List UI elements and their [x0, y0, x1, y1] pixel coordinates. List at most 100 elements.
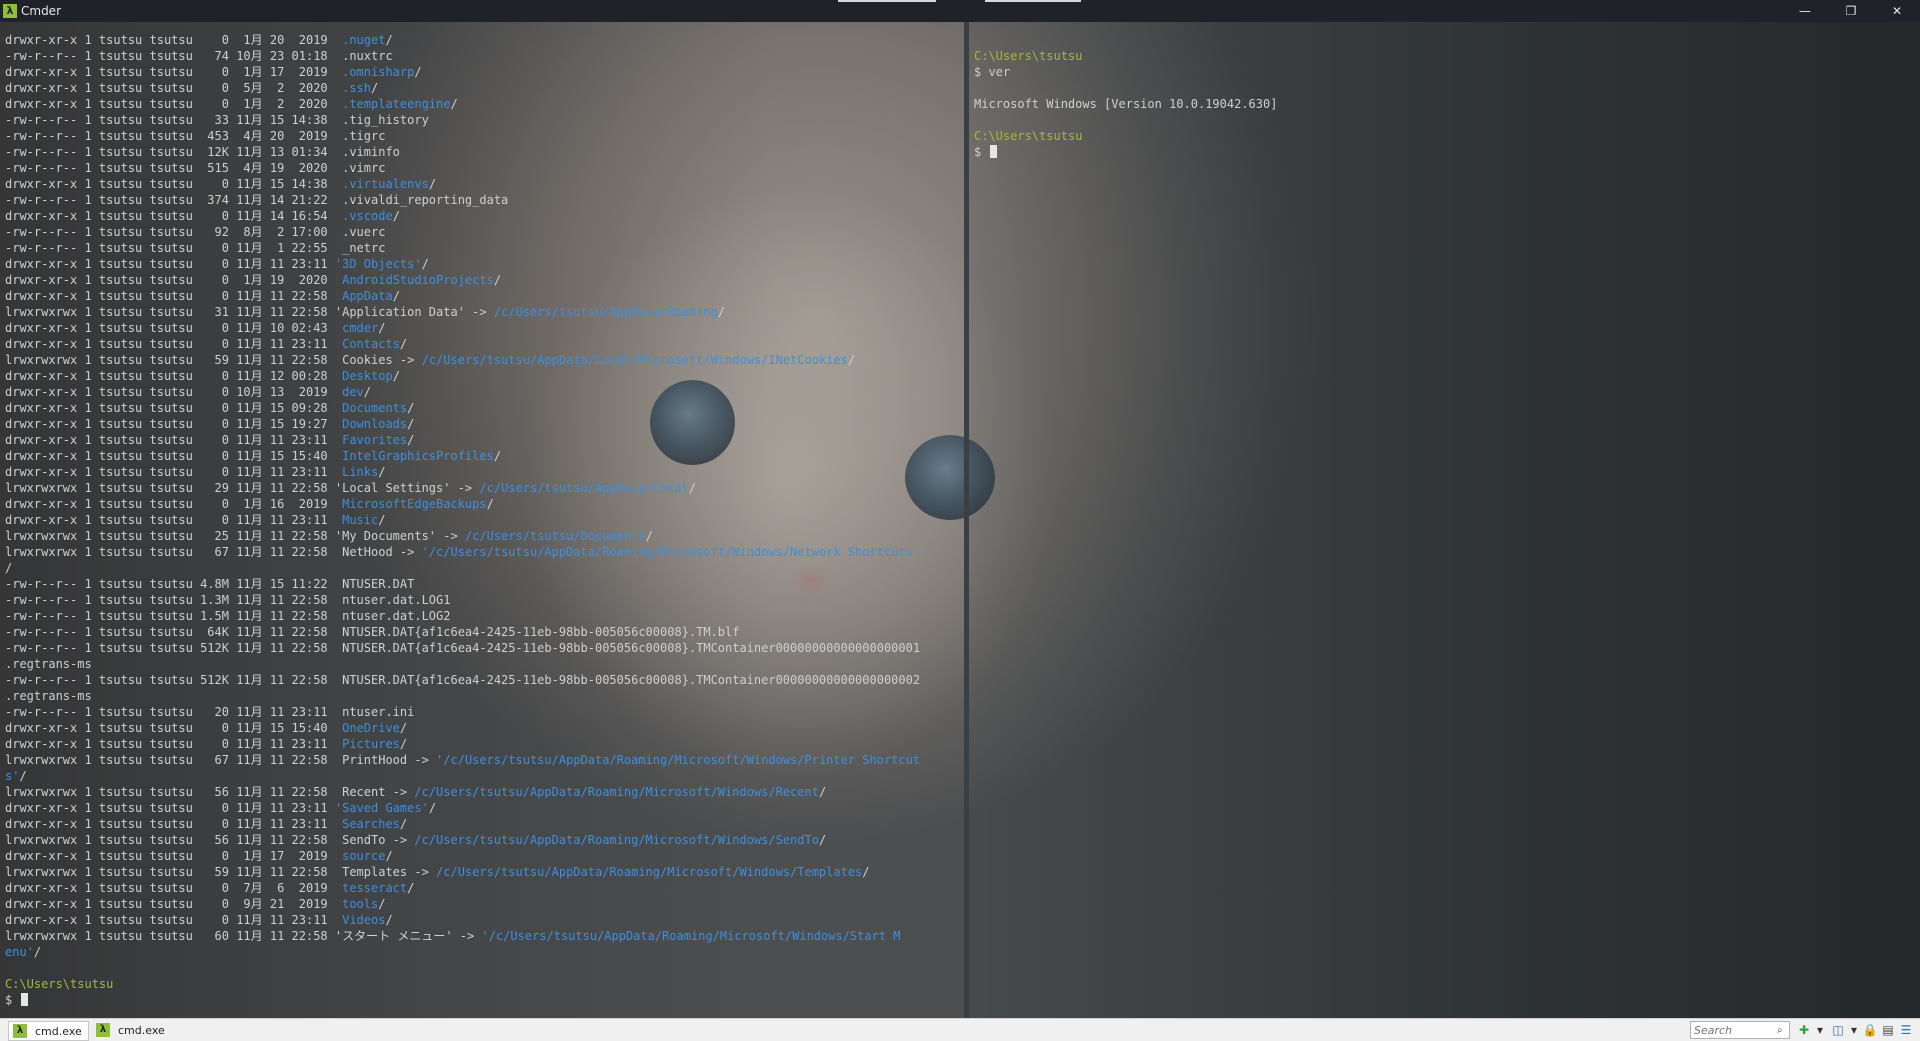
directory-name: MicrosoftEdgeBackups	[342, 497, 487, 511]
console-text: drwxr-xr-x 1 tsutsu tsutsu 0 11月 14 16:5…	[5, 209, 343, 223]
console-pane-left[interactable]: drwxr-xr-x 1 tsutsu tsutsu 0 1月 20 2019 …	[0, 22, 964, 1018]
console-line: drwxr-xr-x 1 tsutsu tsutsu 0 7月 6 2019 t…	[5, 880, 920, 896]
console-text: /	[363, 385, 372, 399]
console-line: drwxr-xr-x 1 tsutsu tsutsu 0 1月 19 2020 …	[5, 272, 920, 288]
directory-name: dev	[342, 385, 364, 399]
console-line: drwxr-xr-x 1 tsutsu tsutsu 0 11月 11 23:1…	[5, 512, 920, 528]
restore-button[interactable]: ❐	[1828, 0, 1874, 22]
directory-name: Documents	[342, 401, 408, 415]
cmder-window: λ Cmder — ❐ ✕ drwxr-xr-x 1 tsutsu tsutsu…	[0, 0, 1920, 1041]
directory-name: '3D Objects'	[334, 257, 422, 271]
console-text: /	[407, 401, 415, 415]
lambda-app-icon: λ	[3, 4, 17, 18]
console-text: drwxr-xr-x 1 tsutsu tsutsu 0 11月 15 19:2…	[5, 417, 343, 431]
console-line: -rw-r--r-- 1 tsutsu tsutsu 64K 11月 11 22…	[5, 624, 920, 640]
search-icon[interactable]: ⌕	[1777, 1025, 1783, 1036]
title-bar[interactable]: λ Cmder — ❐ ✕	[0, 0, 1920, 22]
symlink-target: /c/Users/tsutsu/AppData/Roaming/Microsof…	[414, 785, 819, 799]
directory-name: Downloads	[342, 417, 408, 431]
console-text: -rw-r--r-- 1 tsutsu tsutsu 1.3M 11月 11 2…	[5, 593, 451, 607]
console-line: drwxr-xr-x 1 tsutsu tsutsu 0 1月 2 2020 .…	[5, 96, 920, 112]
console-text: /	[421, 257, 429, 271]
console-line: drwxr-xr-x 1 tsutsu tsutsu 0 11月 14 16:5…	[5, 208, 920, 224]
console-line: drwxr-xr-x 1 tsutsu tsutsu 0 11月 11 23:1…	[5, 432, 920, 448]
console-line: s'/	[5, 768, 920, 784]
directory-name: Music	[342, 513, 379, 527]
minimize-button[interactable]: —	[1782, 0, 1828, 22]
console-line: $	[5, 992, 920, 1008]
console-text: -rw-r--r-- 1 tsutsu tsutsu 4.8M 11月 15 1…	[5, 577, 415, 591]
console-line: C:\Users\tsutsu	[5, 976, 920, 992]
console-text: drwxr-xr-x 1 tsutsu tsutsu 0 7月 6 2019	[5, 881, 343, 895]
console-line: .regtrans-ms	[5, 688, 920, 704]
console-text: -rw-r--r-- 1 tsutsu tsutsu 512K 11月 11 2…	[5, 641, 921, 655]
close-button[interactable]: ✕	[1874, 0, 1920, 22]
console-line: -rw-r--r-- 1 tsutsu tsutsu 12K 11月 13 01…	[5, 144, 920, 160]
console-text: lrwxrwxrwx 1 tsutsu tsutsu 67 11月 11 22:…	[5, 545, 422, 559]
console-line: lrwxrwxrwx 1 tsutsu tsutsu 56 11月 11 22:…	[5, 832, 920, 848]
search-input[interactable]	[1691, 1023, 1777, 1037]
symlink-target: enu'	[5, 945, 34, 959]
directory-name: .omnisharp	[342, 65, 415, 79]
console-text: -rw-r--r-- 1 tsutsu tsutsu 512K 11月 11 2…	[5, 673, 921, 687]
console-line: -rw-r--r-- 1 tsutsu tsutsu 4.8M 11月 15 1…	[5, 576, 920, 592]
lock-icon[interactable]: 🔒	[1862, 1022, 1878, 1038]
symlink-target: '/c/Users/tsutsu/AppData/Roaming/Microso…	[481, 929, 901, 943]
symlink-target: '/c/Users/tsutsu/AppData/Roaming/Microso…	[421, 545, 921, 559]
console-text: /	[645, 529, 653, 543]
console-text: drwxr-xr-x 1 tsutsu tsutsu 0 1月 2 2020	[5, 97, 343, 111]
split-view-icon[interactable]: ◫	[1830, 1022, 1846, 1038]
directory-name: tools	[342, 897, 379, 911]
console-text: drwxr-xr-x 1 tsutsu tsutsu 0 1月 20 2019	[5, 33, 343, 47]
console-text: drwxr-xr-x 1 tsutsu tsutsu 0 11月 15 15:4…	[5, 721, 343, 735]
console-line: lrwxrwxrwx 1 tsutsu tsutsu 67 11月 11 22:…	[5, 544, 920, 560]
console-text: /	[450, 97, 458, 111]
console-text: lrwxrwxrwx 1 tsutsu tsutsu 67 11月 11 22:…	[5, 753, 437, 767]
menu-icon[interactable]: ☰	[1898, 1022, 1914, 1038]
directory-name: .ssh	[342, 81, 372, 95]
console-text: -rw-r--r-- 1 tsutsu tsutsu 33 11月 15 14:…	[5, 113, 429, 127]
console-text: $	[974, 145, 989, 159]
console-text: /	[392, 289, 400, 303]
directory-name: Links	[342, 465, 379, 479]
close-icon: ✕	[1891, 4, 1903, 18]
search-box[interactable]: ⌕	[1690, 1021, 1790, 1039]
console-line: -rw-r--r-- 1 tsutsu tsutsu 512K 11月 11 2…	[5, 672, 920, 688]
symlink-target: /c/Users/tsutsu/Documents	[464, 529, 646, 543]
console-text: lrwxrwxrwx 1 tsutsu tsutsu 56 11月 11 22:…	[5, 785, 415, 799]
directory-name: IntelGraphicsProfiles	[342, 449, 494, 463]
console-tab-2[interactable]: λ cmd.exe	[92, 1021, 171, 1039]
console-text: /	[399, 817, 408, 831]
directory-name: AndroidStudioProjects	[342, 273, 494, 287]
lambda-icon: λ	[96, 1023, 110, 1037]
console-text: /	[378, 321, 386, 335]
console-text: /	[5, 561, 13, 575]
console-line: .regtrans-ms	[5, 656, 920, 672]
console-line: drwxr-xr-x 1 tsutsu tsutsu 0 11月 15 09:2…	[5, 400, 920, 416]
symlink-target: /c/Users/tsutsu/AppData/Local/Microsoft/…	[421, 353, 848, 367]
status-bar: λ cmd.exe λ cmd.exe ⌕ ✚▾◫▾🔒▤☰	[0, 1018, 1920, 1041]
console-line: drwxr-xr-x 1 tsutsu tsutsu 0 11月 11 22:5…	[5, 288, 920, 304]
console-text: -rw-r--r-- 1 tsutsu tsutsu 12K 11月 13 01…	[5, 145, 400, 159]
console-tab-1[interactable]: λ cmd.exe	[8, 1021, 89, 1041]
console-line: enu'/	[5, 944, 920, 960]
console-line: C:\Users\tsutsu	[974, 48, 1277, 64]
new-console-dropdown-icon[interactable]: ▾	[1812, 1022, 1828, 1038]
console-text: /	[399, 337, 408, 351]
console-line: drwxr-xr-x 1 tsutsu tsutsu 0 11月 15 19:2…	[5, 416, 920, 432]
new-console-icon[interactable]: ✚	[1796, 1022, 1812, 1038]
window-controls: — ❐ ✕	[1782, 0, 1920, 22]
window-icon[interactable]: ▤	[1880, 1022, 1896, 1038]
console-text: /	[385, 913, 393, 927]
console-text: lrwxrwxrwx 1 tsutsu tsutsu 60 11月 11 22:…	[5, 929, 482, 943]
console-line: C:\Users\tsutsu	[974, 128, 1277, 144]
console-pane-right[interactable]: C:\Users\tsutsu $ ver Microsoft Windows [V…	[969, 22, 1920, 1018]
console-text: .regtrans-ms	[5, 689, 92, 703]
view-dropdown-icon[interactable]: ▾	[1846, 1022, 1862, 1038]
console-text: /	[428, 801, 437, 815]
console-text: /	[407, 433, 415, 447]
console-line: drwxr-xr-x 1 tsutsu tsutsu 0 1月 17 2019 …	[5, 64, 920, 80]
text-cursor	[990, 145, 998, 158]
console-line: drwxr-xr-x 1 tsutsu tsutsu 0 10月 13 2019…	[5, 384, 920, 400]
